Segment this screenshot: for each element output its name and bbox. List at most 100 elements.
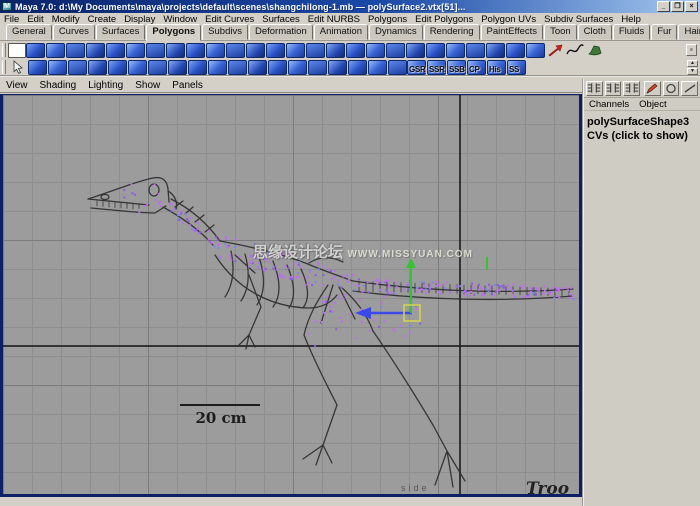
shelf-tab[interactable]: Fluids	[613, 24, 650, 40]
poly-tool-icon[interactable]	[266, 43, 285, 58]
shelf-tab[interactable]: Dynamics	[369, 24, 423, 40]
poly-tool-icon[interactable]	[426, 43, 445, 58]
shelf-scroll-up-icon[interactable]: ▲	[687, 60, 698, 67]
poly-tool-icon[interactable]	[208, 60, 227, 75]
poly-tool-icon[interactable]	[48, 60, 67, 75]
poly-tool-icon[interactable]	[388, 60, 407, 75]
channel-layout-icon[interactable]	[586, 81, 603, 96]
shelf-tab[interactable]: Hair	[678, 24, 700, 40]
poly-tool-icon[interactable]	[466, 43, 485, 58]
shelf-tool-icon[interactable]: SSR	[427, 60, 446, 75]
poly-tool-icon[interactable]	[46, 43, 65, 58]
poly-tool-icon[interactable]	[106, 43, 125, 58]
watermark-cn-text: 思缘设计论坛	[253, 244, 343, 261]
channel-object-name[interactable]: polySurfaceShape3	[587, 115, 697, 129]
poly-tool-icon[interactable]	[68, 60, 87, 75]
poly-tool-icon[interactable]	[386, 43, 405, 58]
shelf-tool-icon[interactable]: His	[487, 60, 506, 75]
shelf-tab[interactable]: Fur	[651, 24, 677, 40]
poly-tool-icon[interactable]	[368, 60, 387, 75]
shelf-tab[interactable]: Subdivs	[202, 24, 248, 40]
poly-tool-icon[interactable]	[88, 60, 107, 75]
poly-tool-icon[interactable]	[28, 60, 47, 75]
poly-tool-icon[interactable]	[406, 43, 425, 58]
minimize-button[interactable]: _	[657, 1, 670, 12]
poly-tool-icon[interactable]	[168, 60, 187, 75]
poly-tool-icon[interactable]	[306, 43, 325, 58]
poly-tool-icon[interactable]	[166, 43, 185, 58]
shelf-overflow-icon[interactable]: ≡	[686, 44, 697, 56]
window-title: Maya 7.0: d:\My Documents\maya\projects\…	[15, 2, 654, 12]
poly-tool-icon[interactable]	[286, 43, 305, 58]
select-arrow-icon[interactable]	[8, 59, 28, 75]
viewport-menu-item[interactable]: Lighting	[82, 80, 129, 91]
speed-line-icon[interactable]	[681, 81, 698, 96]
viewport-menu-item[interactable]: Panels	[166, 80, 209, 91]
titlebar[interactable]: M Maya 7.0: d:\My Documents\maya\project…	[0, 0, 700, 13]
poly-tool-icon[interactable]	[206, 43, 225, 58]
shelf-tab[interactable]: General	[6, 24, 52, 40]
poly-tool-icon[interactable]	[126, 43, 145, 58]
poly-tool-icon[interactable]	[366, 43, 385, 58]
shelf-tab[interactable]: Toon	[544, 24, 577, 40]
poly-tool-icon[interactable]	[228, 60, 247, 75]
poly-tool-icon[interactable]	[268, 60, 287, 75]
poly-tool-icon[interactable]	[86, 43, 105, 58]
poly-tool-icon[interactable]	[348, 60, 367, 75]
channel-layout-icon[interactable]	[605, 81, 622, 96]
red-snap-arrow-icon[interactable]	[545, 42, 565, 58]
poly-tool-icon[interactable]	[188, 60, 207, 75]
poly-tool-icon[interactable]	[148, 60, 167, 75]
viewport-menu-item[interactable]: View	[0, 80, 34, 91]
watermark-url-text: WWW.MISSYUAN.COM	[347, 249, 472, 260]
close-button[interactable]: ×	[685, 1, 698, 12]
poly-tool-icon[interactable]	[288, 60, 307, 75]
viewport-side-camera[interactable]: 思缘设计论坛 WWW.MISSYUAN.COM 20 cm side Troo	[0, 94, 582, 497]
shelf-scroll-down-icon[interactable]: ▼	[687, 68, 698, 75]
poly-tool-icon[interactable]	[246, 43, 265, 58]
poly-tool-icon[interactable]	[186, 43, 205, 58]
viewport-menu-item[interactable]: Shading	[34, 80, 83, 91]
shelf-row-grip[interactable]	[2, 43, 6, 57]
poly-tool-icon[interactable]	[308, 60, 327, 75]
shelf-tab[interactable]: Rendering	[424, 24, 480, 40]
poly-tool-icon[interactable]	[326, 43, 345, 58]
green-cone-icon[interactable]	[585, 42, 605, 58]
shelf-tab[interactable]: Cloth	[578, 24, 612, 40]
shelf-tab[interactable]: Surfaces	[96, 24, 146, 40]
shelf-tab[interactable]: Polygons	[146, 24, 201, 41]
poly-tool-icon[interactable]	[328, 60, 347, 75]
scale-bar-line	[180, 404, 260, 406]
poly-tool-icon[interactable]	[26, 43, 45, 58]
shelf-tab[interactable]: PaintEffects	[481, 24, 544, 40]
poly-tool-icon[interactable]	[486, 43, 505, 58]
poly-tool-icon[interactable]	[108, 60, 127, 75]
poly-tool-icon[interactable]	[128, 60, 147, 75]
speed-pencil-icon[interactable]	[644, 81, 661, 96]
curve-pencil-icon[interactable]	[565, 42, 585, 58]
poly-tool-icon[interactable]	[526, 43, 545, 58]
poly-tool-icon[interactable]	[346, 43, 365, 58]
channel-box-menu-item[interactable]: Object	[634, 99, 671, 110]
shelf-tool-icon[interactable]: SS	[507, 60, 526, 75]
speed-circle-icon[interactable]	[663, 81, 680, 96]
shelf-tool-icon[interactable]: GSR	[407, 60, 426, 75]
poly-tool-icon[interactable]	[66, 43, 85, 58]
shelf-tool-icon[interactable]: SSB	[447, 60, 466, 75]
shelf-tab[interactable]: Animation	[314, 24, 368, 40]
poly-tool-icon[interactable]	[226, 43, 245, 58]
shelf-tab[interactable]: Curves	[53, 24, 95, 40]
shelf-row-grip[interactable]	[2, 60, 6, 74]
shelf-tab[interactable]: Deformation	[249, 24, 313, 40]
restore-button[interactable]: ❐	[671, 1, 684, 12]
poly-tool-icon[interactable]	[446, 43, 465, 58]
channel-cv-hint[interactable]: CVs (click to show)	[587, 129, 697, 143]
new-shelf-page-icon[interactable]	[8, 43, 26, 58]
shelf-tool-icon[interactable]: CP	[467, 60, 486, 75]
viewport-menu-item[interactable]: Show	[129, 80, 166, 91]
poly-tool-icon[interactable]	[248, 60, 267, 75]
channel-layout-icon[interactable]	[623, 81, 640, 96]
channel-box-menu-item[interactable]: Channels	[584, 99, 634, 110]
poly-tool-icon[interactable]	[506, 43, 525, 58]
poly-tool-icon[interactable]	[146, 43, 165, 58]
